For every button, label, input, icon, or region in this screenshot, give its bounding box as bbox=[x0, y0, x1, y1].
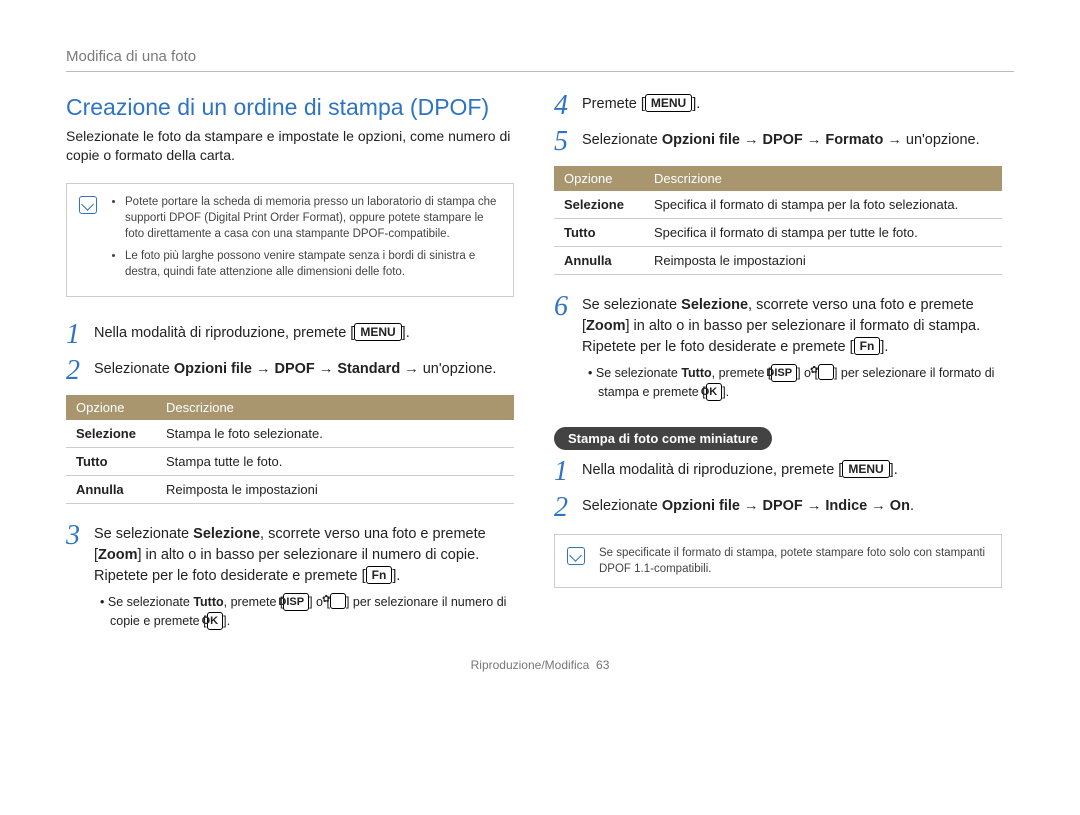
options-table-right: Opzione Descrizione Selezione Specifica … bbox=[554, 166, 1002, 275]
table-cell: Annulla bbox=[554, 247, 644, 275]
table-cell: Tutto bbox=[554, 219, 644, 247]
right-column: 4 Premete [MENU]. 5 Selezionate Opzioni … bbox=[554, 94, 1002, 640]
note-box-1: Potete portare la scheda di memoria pres… bbox=[66, 183, 514, 297]
step-body: Selezionate Opzioni file → DPOF → Format… bbox=[582, 130, 1002, 156]
table-cell: Stampa tutte le foto. bbox=[156, 448, 514, 476]
step-number: 5 bbox=[554, 128, 582, 156]
step-number: 2 bbox=[66, 357, 94, 385]
options-table-left: Opzione Descrizione Selezione Stampa le … bbox=[66, 395, 514, 504]
step-number: 1 bbox=[554, 458, 582, 486]
table-head: Descrizione bbox=[644, 166, 1002, 191]
macro-icon bbox=[818, 364, 834, 380]
step-body: Premete [MENU]. bbox=[582, 94, 1002, 120]
step-number: 1 bbox=[66, 321, 94, 349]
note-icon bbox=[79, 196, 97, 214]
table-cell: Reimposta le impostazioni bbox=[156, 476, 514, 504]
step-body: Selezionate Opzioni file → DPOF → Indice… bbox=[582, 496, 1002, 522]
table-cell: Stampa le foto selezionate. bbox=[156, 420, 514, 448]
menu-key: MENU bbox=[354, 323, 401, 341]
subsection-pill: Stampa di foto come miniature bbox=[554, 427, 772, 450]
table-head: Descrizione bbox=[156, 395, 514, 420]
note1-item: Le foto più larghe possono venire stampa… bbox=[125, 248, 499, 280]
step-body: Se selezionate Selezione, scorrete verso… bbox=[94, 524, 514, 630]
page-header: Modifica di una foto bbox=[66, 48, 1014, 65]
table-cell: Tutto bbox=[66, 448, 156, 476]
step-body: Selezionate Opzioni file → DPOF → Standa… bbox=[94, 359, 514, 385]
disp-key: DISP bbox=[771, 364, 797, 382]
left-column: Creazione di un ordine di stampa (DPOF) … bbox=[66, 94, 514, 640]
menu-key: MENU bbox=[645, 94, 692, 112]
disp-key: DISP bbox=[283, 593, 309, 611]
sub-bullet: Se selezionate Tutto, premete [DISP] o [… bbox=[582, 364, 1002, 401]
note-box-2: Se specificate il formato di stampa, pot… bbox=[554, 534, 1002, 588]
step-number: 3 bbox=[66, 522, 94, 630]
fn-key: Fn bbox=[854, 337, 881, 355]
table-head: Opzione bbox=[554, 166, 644, 191]
intro-text: Selezionate le foto da stampare e impost… bbox=[66, 127, 514, 165]
note-icon bbox=[567, 547, 585, 565]
menu-key: MENU bbox=[842, 460, 889, 478]
table-cell: Reimposta le impostazioni bbox=[644, 247, 1002, 275]
fn-key: Fn bbox=[366, 566, 393, 584]
table-cell: Specifica il formato di stampa per la fo… bbox=[644, 191, 1002, 219]
note1-item: Potete portare la scheda di memoria pres… bbox=[125, 194, 499, 242]
table-cell: Annulla bbox=[66, 476, 156, 504]
step-number: 4 bbox=[554, 92, 582, 120]
ok-key: OK bbox=[706, 383, 723, 401]
section-title: Creazione di un ordine di stampa (DPOF) bbox=[66, 94, 514, 121]
macro-icon bbox=[330, 593, 346, 609]
step-body: Nella modalità di riproduzione, premete … bbox=[94, 323, 514, 349]
table-head: Opzione bbox=[66, 395, 156, 420]
step-number: 2 bbox=[554, 494, 582, 522]
sub-bullet: Se selezionate Tutto, premete [DISP] o [… bbox=[94, 593, 514, 630]
table-cell: Specifica il formato di stampa per tutte… bbox=[644, 219, 1002, 247]
ok-key: OK bbox=[207, 612, 224, 630]
step-body: Se selezionate Selezione, scorrete verso… bbox=[582, 295, 1002, 401]
header-divider bbox=[66, 71, 1014, 72]
table-cell: Selezione bbox=[554, 191, 644, 219]
table-cell: Selezione bbox=[66, 420, 156, 448]
step-body: Nella modalità di riproduzione, premete … bbox=[582, 460, 1002, 486]
page-footer: Riproduzione/Modifica 63 bbox=[66, 658, 1014, 672]
step-number: 6 bbox=[554, 293, 582, 401]
